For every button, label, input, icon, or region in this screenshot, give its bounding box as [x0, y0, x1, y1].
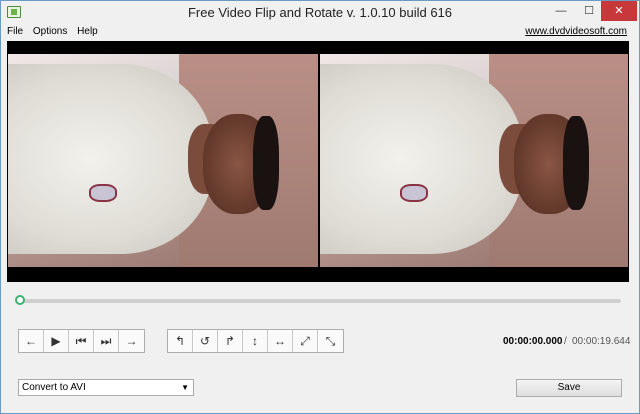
rotate-ccw-button[interactable]: ↺ [193, 330, 218, 352]
diagonal-ne-icon: ⤢ [300, 334, 310, 348]
current-time: 00:00:00.000 [503, 336, 563, 347]
flip-vertical-icon: ↕ [252, 334, 258, 348]
flip-horizontal-icon: ↔ [274, 334, 286, 348]
skip-end-icon: ⏭ [100, 334, 112, 348]
transverse-button[interactable]: ⤡ [318, 330, 343, 352]
rotate-right-button[interactable]: ↱ [218, 330, 243, 352]
step-back-button[interactable]: ← [19, 330, 44, 352]
play-button[interactable]: ▶ [44, 330, 69, 352]
window-title: Free Video Flip and Rotate v. 1.0.10 bui… [187, 5, 453, 20]
convert-format-select[interactable]: Convert to AVI ▼ [18, 379, 194, 396]
play-icon: ▶ [51, 334, 61, 348]
convert-format-value: Convert to AVI [22, 382, 86, 393]
rotate-ccw-icon: ↺ [199, 334, 211, 348]
diagonal-nw-icon: ⤡ [325, 334, 336, 348]
playback-controls: ← ▶ ⏮ ⏭ → [18, 329, 145, 353]
step-forward-button[interactable]: → [119, 330, 144, 352]
flip-vertical-button[interactable]: ↕ [243, 330, 268, 352]
app-window: Free Video Flip and Rotate v. 1.0.10 bui… [0, 0, 640, 414]
arrow-right-icon: → [125, 334, 138, 348]
video-preview [7, 41, 629, 282]
title-bar[interactable]: Free Video Flip and Rotate v. 1.0.10 bui… [1, 1, 639, 25]
video-frame-original [8, 54, 318, 267]
seek-handle[interactable] [15, 295, 25, 305]
menu-file[interactable]: File [7, 26, 23, 37]
time-separator: / [564, 336, 567, 347]
video-frame-result [320, 54, 628, 267]
menu-bar: File Options Help [7, 26, 105, 40]
website-link[interactable]: www.dvdvideosoft.com [525, 26, 627, 37]
chevron-down-icon: ▼ [181, 383, 189, 392]
rotate-left-button[interactable]: ↰ [168, 330, 193, 352]
maximize-button[interactable]: ☐ [575, 1, 603, 21]
to-start-button[interactable]: ⏮ [69, 330, 94, 352]
rotate-right-icon: ↱ [224, 334, 236, 348]
flip-horizontal-button[interactable]: ↔ [268, 330, 293, 352]
result-video-pane [320, 54, 628, 267]
transpose-button[interactable]: ⤢ [293, 330, 318, 352]
menu-help[interactable]: Help [77, 26, 98, 37]
menu-options[interactable]: Options [33, 26, 67, 37]
to-end-button[interactable]: ⏭ [94, 330, 119, 352]
rotate-controls: ↰ ↺ ↱ ↕ ↔ ⤢ ⤡ [167, 329, 344, 353]
arrow-left-icon: ← [25, 334, 37, 348]
original-video-pane [8, 54, 318, 267]
total-time: 00:00:19.644 [572, 336, 631, 347]
close-button[interactable]: ✕ [601, 1, 637, 21]
rotate-left-icon: ↰ [174, 334, 186, 348]
minimize-button[interactable]: — [547, 1, 575, 21]
seek-track[interactable] [17, 299, 621, 303]
save-button[interactable]: Save [516, 379, 622, 397]
skip-start-icon: ⏮ [75, 334, 87, 348]
